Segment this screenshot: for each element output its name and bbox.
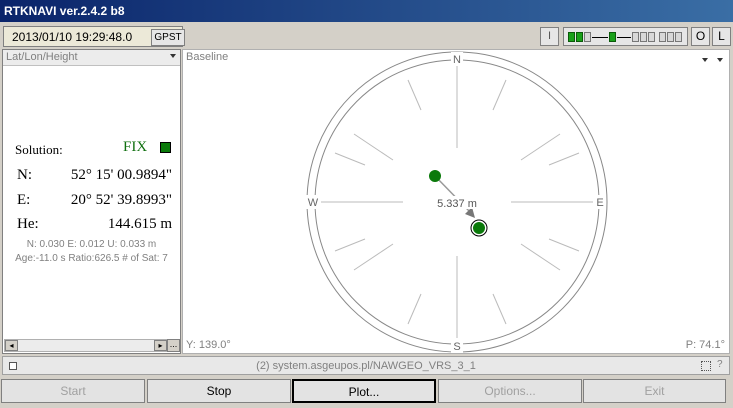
output-stream-button[interactable]: O <box>691 27 710 46</box>
chevron-down-icon[interactable] <box>717 58 723 62</box>
longitude-value: 20° 52' 39.8993" <box>70 192 172 208</box>
panel-options-button[interactable]: ... <box>167 339 180 352</box>
latitude-value: 52° 15' 00.9894" <box>70 167 172 183</box>
stream-indicator-icon <box>609 32 616 42</box>
rtknavi-window: RTKNAVI ver.2.4.2 b8 2013/01/10 19:29:48… <box>0 0 733 408</box>
solution-status: FIX <box>123 139 148 155</box>
std-deviation-text: N: 0.030 E: 0.012 U: 0.033 m <box>26 239 157 250</box>
compass-tick <box>548 238 580 252</box>
start-button[interactable]: Start <box>1 379 145 403</box>
compass-s: S <box>453 341 460 353</box>
stop-button[interactable]: Stop <box>147 379 291 403</box>
input-stream-button[interactable]: I <box>540 27 559 46</box>
stream-indicator-icon <box>640 32 647 42</box>
stream-indicator-icon <box>667 32 674 42</box>
latitude-label: N: <box>17 167 32 183</box>
help-icon[interactable]: ? <box>717 359 723 370</box>
yaw-readout: Y: 139.0° <box>186 339 231 351</box>
window-resize-icon[interactable] <box>701 361 711 371</box>
baseline-plot: N S W E 5.337 m <box>306 51 608 353</box>
horizontal-scrollbar[interactable]: ◂ ▸ <box>4 339 169 352</box>
status-bar: (2) system.asgeupos.pl/NAWGEO_VRS_3_1 ? <box>2 356 730 375</box>
scroll-right-icon[interactable]: ▸ <box>154 340 167 351</box>
baseline-panel: N S W E 5.337 m Baseline Y: 139.0° P: 74… <box>182 49 730 354</box>
baseline-length: 5.337 m <box>437 198 477 210</box>
age-ratio-text: Age:-11.0 s Ratio:626.5 # of Sat: 7 <box>15 253 168 264</box>
window-title: RTKNAVI ver.2.4.2 b8 <box>0 0 733 22</box>
solution-status-icon <box>160 142 171 153</box>
pitch-readout: P: 74.1° <box>685 339 725 351</box>
compass-w: W <box>308 197 319 209</box>
stream-indicator-icon <box>632 32 639 42</box>
compass-tick <box>334 238 366 252</box>
compass-tick <box>334 152 366 166</box>
stream-status-indicator <box>563 27 688 46</box>
compass-tick <box>520 133 561 161</box>
plot-mode-label[interactable]: Baseline <box>186 51 228 63</box>
datetime-display: 2013/01/10 19:29:48.0 <box>12 30 133 44</box>
log-stream-button[interactable]: L <box>712 27 731 46</box>
stream-arrow-icon <box>592 37 608 38</box>
options-button[interactable]: Options... <box>438 379 582 403</box>
stream-indicator-icon <box>648 32 655 42</box>
solution-panel: Lat/Lon/Height Solution: FIX N: 52° 15' … <box>2 49 181 354</box>
chevron-down-icon[interactable] <box>702 58 708 62</box>
stream-indicator-icon <box>659 32 666 42</box>
compass-e: E <box>596 197 603 209</box>
height-value: 144.615 m <box>107 216 172 232</box>
stream-indicator-icon <box>576 32 583 42</box>
compass-tick <box>520 243 561 271</box>
scroll-left-icon[interactable]: ◂ <box>5 340 18 351</box>
compass-tick <box>492 293 507 325</box>
compass-n: N <box>453 54 461 66</box>
compass-tick <box>353 133 394 161</box>
height-label: He: <box>17 216 39 232</box>
rover-marker <box>473 222 485 234</box>
compass-tick <box>407 79 422 111</box>
compass-tick <box>407 293 422 325</box>
toolbar: 2013/01/10 19:29:48.0 GPST I O L <box>0 24 733 48</box>
stream-indicator-icon <box>675 32 682 42</box>
time-system-button[interactable]: GPST <box>151 29 185 46</box>
solution-mode-dropdown[interactable]: Lat/Lon/Height <box>3 50 180 66</box>
exit-button[interactable]: Exit <box>583 379 726 403</box>
chevron-down-icon <box>170 54 176 58</box>
stream-indicator-icon <box>568 32 575 42</box>
compass-tick <box>353 243 394 271</box>
plot-button[interactable]: Plot... <box>292 379 436 403</box>
action-bar: Start Stop Plot... Options... Exit <box>0 377 733 407</box>
base-station-marker <box>429 170 441 182</box>
longitude-label: E: <box>17 192 31 208</box>
stream-arrow-icon <box>617 37 631 38</box>
stream-indicator-icon <box>584 32 591 42</box>
datetime-panel: 2013/01/10 19:29:48.0 GPST <box>3 26 185 47</box>
stream-status-text: (2) system.asgeupos.pl/NAWGEO_VRS_3_1 <box>256 360 476 372</box>
compass-tick <box>548 152 580 166</box>
solution-label: Solution: <box>15 142 63 157</box>
compass-tick <box>492 79 507 111</box>
solution-mode-label: Lat/Lon/Height <box>6 51 78 63</box>
